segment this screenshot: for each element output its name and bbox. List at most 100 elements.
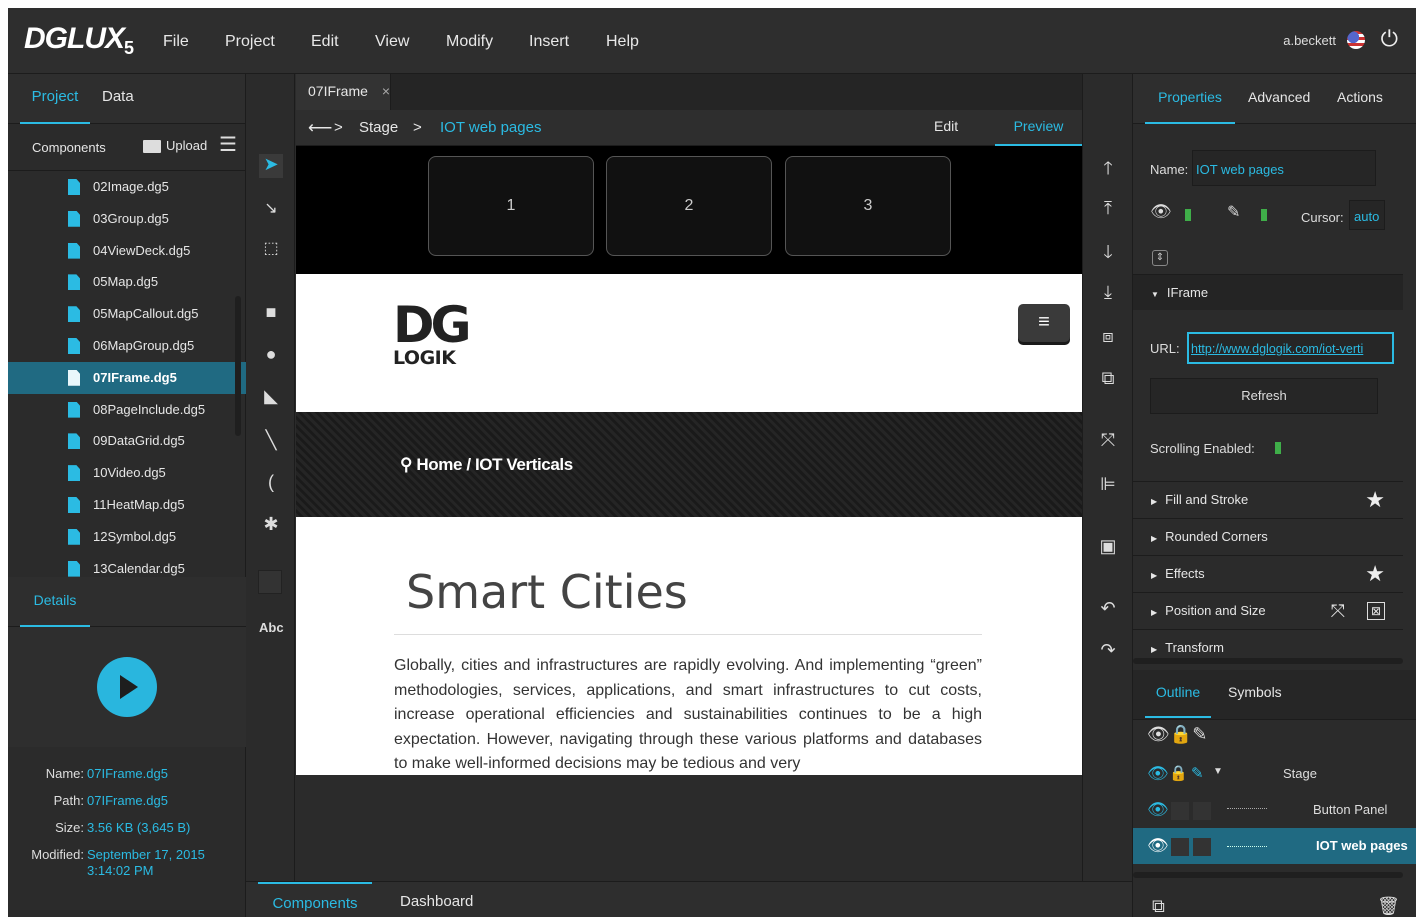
visibility-toggle[interactable] xyxy=(1185,209,1191,221)
outline-row-stage[interactable]: 👁 🔒 ✎ ▼ Stage xyxy=(1133,756,1416,792)
properties-scrollbar[interactable] xyxy=(1133,658,1403,664)
file-item[interactable]: 06MapGroup.dg5 xyxy=(8,330,246,362)
eye-icon[interactable]: 👁 xyxy=(1147,836,1169,856)
file-item[interactable]: 11HeatMap.dg5 xyxy=(8,489,246,521)
scrolling-toggle[interactable] xyxy=(1275,442,1281,454)
cursor-field[interactable]: auto xyxy=(1349,200,1385,230)
text-tool[interactable]: Abc xyxy=(259,620,284,635)
align-left-icon[interactable]: ⊫ xyxy=(1095,474,1121,495)
list-view-icon[interactable]: ☰ xyxy=(219,132,237,157)
undo-icon[interactable]: ↶ xyxy=(1095,598,1121,619)
duplicate-icon[interactable]: ⧉ xyxy=(1152,896,1165,917)
lock-icon[interactable]: 🔒 xyxy=(1170,724,1192,744)
hamburger-menu-button[interactable]: ≡ xyxy=(1018,304,1070,342)
preview-mode-button[interactable]: Preview xyxy=(995,110,1082,146)
send-to-back-icon[interactable]: ⤓ xyxy=(1095,282,1121,303)
menu-edit[interactable]: Edit xyxy=(311,33,339,51)
tab-components[interactable]: Components xyxy=(258,882,372,917)
menu-modify[interactable]: Modify xyxy=(446,33,493,51)
select-tool-icon[interactable]: ➤ xyxy=(259,154,283,178)
section-effects[interactable]: ▶ Effects ★ xyxy=(1133,555,1403,591)
star-icon[interactable]: ★ xyxy=(1365,482,1385,518)
iframe-content[interactable]: DG LOGIK ≡ ⚲ Home / IOT Verticals Smart … xyxy=(296,274,1082,775)
panel-button-1[interactable]: 1 xyxy=(428,156,594,256)
trash-icon[interactable]: 🗑 xyxy=(1377,896,1400,917)
panel-button-2[interactable]: 2 xyxy=(606,156,772,256)
distribute-icon[interactable]: ▣ xyxy=(1095,536,1121,557)
file-item[interactable]: 09DataGrid.dg5 xyxy=(8,425,246,457)
file-item[interactable]: 13Calendar.dg5 xyxy=(8,553,246,577)
file-item-selected[interactable]: 07IFrame.dg5 xyxy=(8,361,246,394)
eye-icon[interactable]: 👁 xyxy=(1147,764,1169,784)
refresh-button[interactable]: Refresh xyxy=(1150,378,1378,414)
tab-advanced[interactable]: Advanced xyxy=(1248,74,1310,124)
enabled-toggle[interactable] xyxy=(1261,209,1267,221)
section-iframe[interactable]: ▼ IFrame xyxy=(1133,274,1403,310)
stage-canvas[interactable]: 1 2 3 DG LOGIK ≡ ⚲ Home / IOT Verticals … xyxy=(296,146,1082,775)
menu-insert[interactable]: Insert xyxy=(529,33,569,51)
eye-icon[interactable]: 👁 xyxy=(1147,724,1170,744)
upload-button[interactable]: Upload xyxy=(166,138,207,153)
edit-toggle[interactable] xyxy=(1193,802,1211,820)
url-input[interactable]: http://www.dglogik.com/iot-verti xyxy=(1187,332,1394,364)
edit-toggle[interactable] xyxy=(1193,838,1211,856)
expand-icon[interactable]: ⤧ xyxy=(1095,430,1121,451)
play-icon[interactable] xyxy=(97,657,157,717)
menu-view[interactable]: View xyxy=(375,33,409,51)
star-icon[interactable]: ★ xyxy=(1365,556,1385,592)
component-tool-icon[interactable]: ✱ xyxy=(259,514,283,535)
name-field[interactable]: IOT web pages xyxy=(1192,150,1376,186)
tab-data[interactable]: Data xyxy=(102,74,134,124)
edit-icon[interactable]: ✎ xyxy=(1191,764,1204,782)
section-position-size[interactable]: ▶ Position and Size ⤧ ⊠ xyxy=(1133,592,1403,628)
send-backward-icon[interactable]: 🡓 xyxy=(1095,240,1121,270)
tab-actions[interactable]: Actions xyxy=(1337,74,1383,124)
direct-select-tool-icon[interactable]: ↘ xyxy=(259,198,283,218)
username[interactable]: a.beckett xyxy=(1283,33,1336,48)
tab-outline[interactable]: Outline xyxy=(1145,670,1211,718)
file-item[interactable]: 04ViewDeck.dg5 xyxy=(8,235,246,267)
logout-icon[interactable]: ⏻ xyxy=(1381,26,1398,52)
file-item[interactable]: 05MapCallout.dg5 xyxy=(8,298,246,330)
tab-project[interactable]: Project xyxy=(20,74,90,124)
rectangle-tool-icon[interactable]: ■ xyxy=(259,302,283,323)
lock-icon[interactable]: 🔒 xyxy=(1169,764,1188,782)
fit-icon[interactable]: ⊠ xyxy=(1367,602,1385,620)
close-tab-icon[interactable]: × xyxy=(382,83,390,99)
breadcrumb-stage[interactable]: Stage xyxy=(359,119,398,136)
file-item[interactable]: 08PageInclude.dg5 xyxy=(8,394,246,426)
tab-symbols[interactable]: Symbols xyxy=(1228,670,1282,718)
pen-tool-icon[interactable]: ( xyxy=(259,472,283,493)
back-arrow-icon[interactable]: ⟵ xyxy=(308,118,332,138)
file-item[interactable]: 12Symbol.dg5 xyxy=(8,521,246,553)
file-item[interactable]: 10Video.dg5 xyxy=(8,457,246,489)
eye-icon[interactable]: 👁 xyxy=(1147,800,1169,820)
file-item[interactable]: 03Group.dg5 xyxy=(8,203,246,235)
ungroup-icon[interactable]: ⧉ xyxy=(1095,368,1121,389)
lock-toggle[interactable] xyxy=(1171,838,1189,856)
redo-icon[interactable]: ↷ xyxy=(1095,640,1121,661)
tab-details[interactable]: Details xyxy=(20,577,90,627)
outline-row-iot-web-pages[interactable]: 👁 IOT web pages xyxy=(1133,828,1416,864)
ellipse-tool-icon[interactable]: ● xyxy=(259,344,283,365)
document-tab[interactable]: 07IFrame × xyxy=(296,74,391,110)
menu-project[interactable]: Project xyxy=(225,33,275,51)
tab-properties[interactable]: Properties xyxy=(1145,74,1235,124)
visibility-eye-icon[interactable]: 👁 xyxy=(1150,202,1172,222)
marquee-tool-icon[interactable]: ⬚ xyxy=(259,238,283,258)
breadcrumb-current[interactable]: IOT web pages xyxy=(440,119,541,136)
outline-row-button-panel[interactable]: 👁 Button Panel xyxy=(1133,792,1416,828)
section-rounded-corners[interactable]: ▶ Rounded Corners xyxy=(1133,518,1403,554)
file-item[interactable]: 05Map.dg5 xyxy=(8,266,246,298)
tab-dashboard[interactable]: Dashboard xyxy=(400,882,473,917)
panel-button-3[interactable]: 3 xyxy=(785,156,951,256)
edit-mode-button[interactable]: Edit xyxy=(934,118,958,134)
lock-toggle[interactable] xyxy=(1171,802,1189,820)
file-item[interactable]: 02Image.dg5 xyxy=(8,171,246,203)
expand-arrow-icon[interactable]: ▼ xyxy=(1213,766,1223,777)
group-icon[interactable]: ⧈ xyxy=(1095,326,1121,347)
color-swatch-icon[interactable] xyxy=(258,570,282,594)
bring-to-front-icon[interactable]: 🡑 xyxy=(1095,156,1121,186)
outline-scrollbar[interactable] xyxy=(1133,872,1403,878)
expand-icon[interactable]: ⤧ xyxy=(1331,593,1345,629)
